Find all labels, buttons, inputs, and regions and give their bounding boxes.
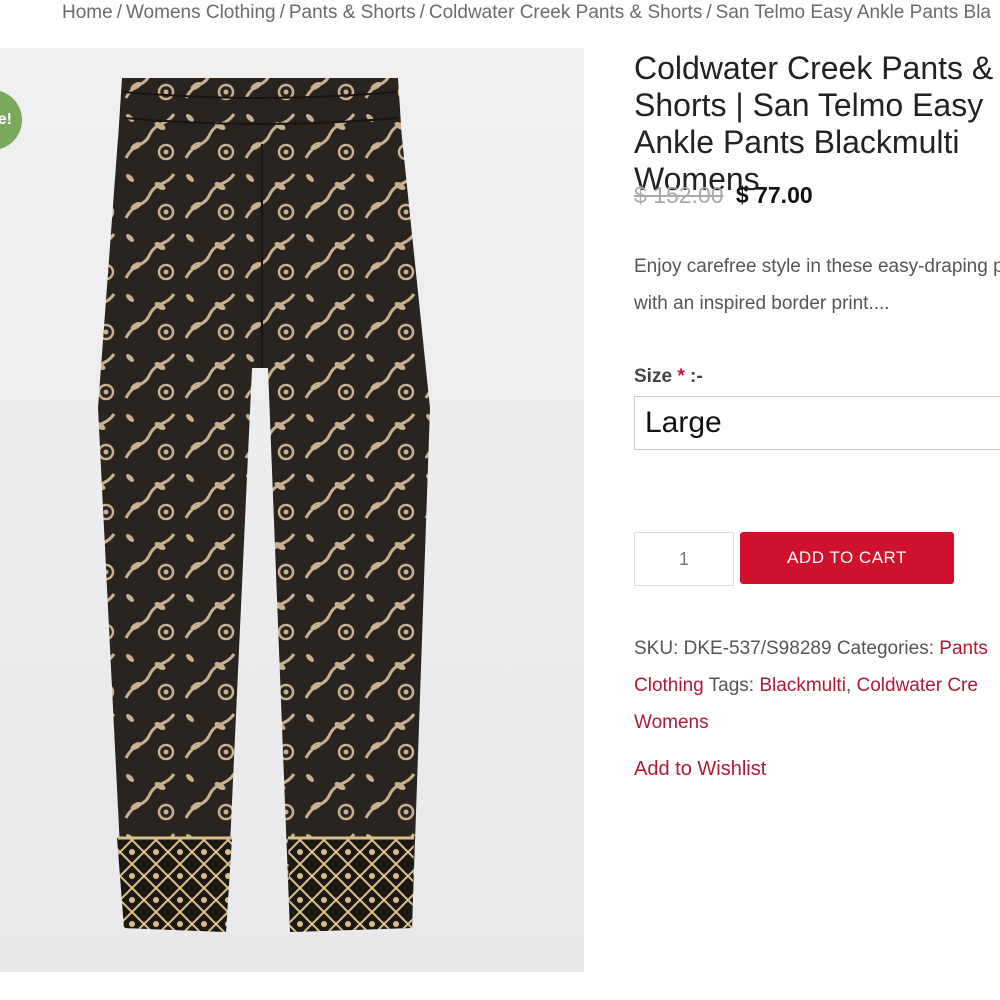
breadcrumb-link-pants-shorts[interactable]: Pants & Shorts (289, 2, 416, 23)
product-meta: SKU: DKE-537/S98289 Categories: Pants Cl… (634, 638, 988, 733)
breadcrumb: Home / Womens Clothing / Pants & Shorts / Cold… (62, 2, 991, 23)
category-link-clothing[interactable]: Clothing (634, 675, 704, 696)
sku-value: DKE-537/S98289 (683, 638, 832, 659)
tag-link-blackmulti[interactable]: Blackmulti (759, 675, 846, 696)
price: $ 152.00 $ 77.00 (634, 182, 813, 209)
sale-price: $ 77.00 (735, 182, 813, 208)
breadcrumb-link-home[interactable]: Home (62, 2, 113, 23)
breadcrumb-current: San Telmo Easy Ankle Pants Bla (715, 2, 991, 23)
original-price: $ 152.00 (634, 182, 724, 208)
tag-link-coldwater-creek[interactable]: Coldwater Cre (857, 675, 978, 696)
quantity-input[interactable]: 1 (634, 532, 734, 586)
category-link-pants[interactable]: Pants (939, 638, 988, 659)
breadcrumb-link-coldwater-creek[interactable]: Coldwater Creek Pants & Shorts (429, 2, 703, 23)
required-mark: * (677, 366, 685, 387)
sku-label: SKU: (634, 638, 679, 659)
product-title: Coldwater Creek Pants & Shorts | San Tel… (634, 50, 994, 197)
categories-label: Categories: (836, 638, 934, 659)
add-to-cart-button[interactable]: ADD TO CART (740, 532, 954, 584)
add-to-wishlist-link[interactable]: Add to Wishlist (634, 758, 766, 781)
product-image[interactable]: e! (0, 48, 584, 972)
product-description: Enjoy carefree style in these easy-drapi… (634, 256, 1000, 314)
size-label-suffix: :- (684, 366, 703, 387)
tags-label: Tags: (708, 675, 755, 696)
pants-illustration (98, 78, 430, 932)
breadcrumb-link-womens-clothing[interactable]: Womens Clothing (126, 2, 276, 23)
tag-link-womens[interactable]: Womens (634, 712, 709, 733)
size-label: Size * :- (634, 366, 703, 388)
size-label-text: Size (634, 366, 673, 387)
size-select[interactable]: Large (634, 396, 1000, 450)
